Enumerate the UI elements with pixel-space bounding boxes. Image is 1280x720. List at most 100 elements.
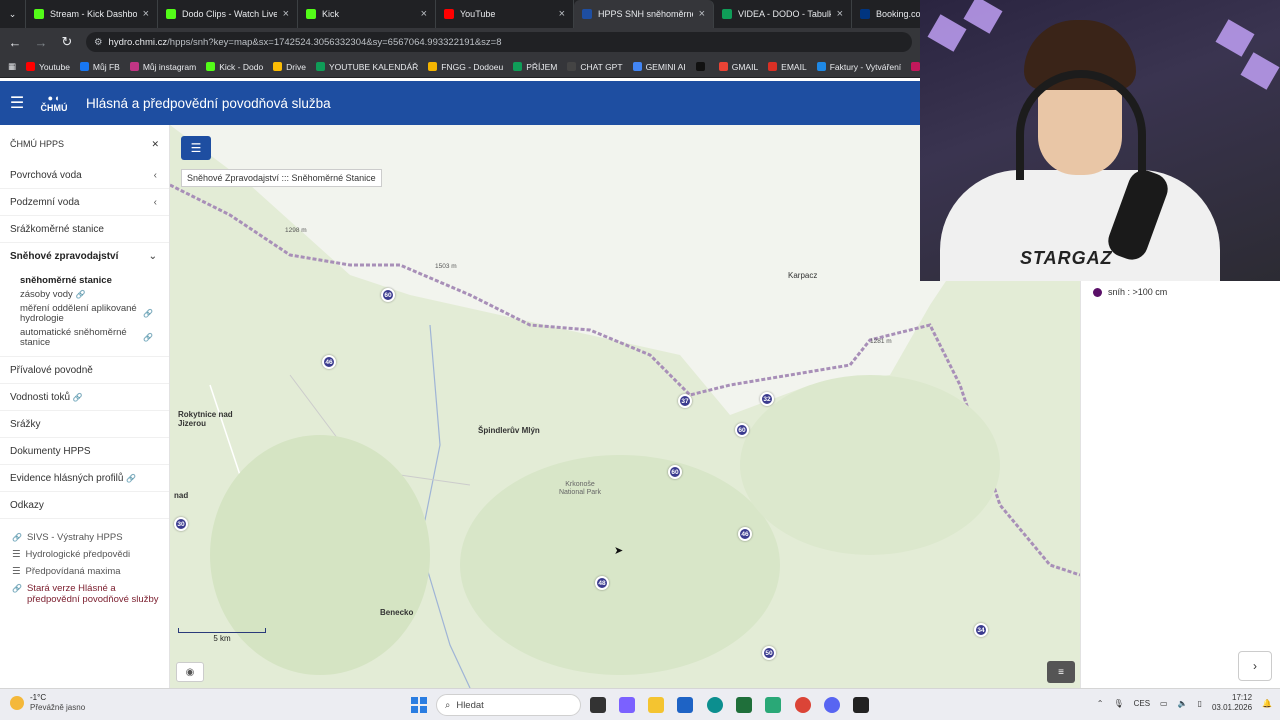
- bookmark-item[interactable]: Můj FB: [79, 62, 120, 72]
- station-marker[interactable]: 60: [668, 465, 682, 479]
- station-marker[interactable]: 34: [974, 623, 988, 637]
- address-bar[interactable]: ⚙ hydro.chmi.cz/hpps/snh?key=map&sx=1742…: [86, 32, 912, 52]
- task-view-icon[interactable]: [590, 697, 606, 713]
- tab-close-icon[interactable]: ×: [143, 8, 149, 20]
- sidebar-item-povrchova-voda[interactable]: Povrchová voda ‹: [0, 162, 169, 189]
- basemap-button[interactable]: ≡: [1047, 661, 1075, 683]
- browser-tab[interactable]: Kick ×: [298, 0, 436, 28]
- browser-tab[interactable]: Stream - Kick Dashboard ×: [26, 0, 158, 28]
- globe-button[interactable]: ◉: [176, 662, 204, 682]
- bookmark-item[interactable]: Faktury - Vytváření: [816, 62, 901, 72]
- browser-tab[interactable]: HPPS SNH sněhoměrné st ×: [574, 0, 714, 28]
- edge-icon[interactable]: [707, 697, 723, 713]
- windows-start-icon[interactable]: [411, 697, 427, 713]
- sidebar-subitem-mereni-oddeleni[interactable]: měření oddělení aplikované hydrologie 🔗: [0, 302, 169, 326]
- sidebar-link-hydrologicke[interactable]: ☰ Hydrologické předpovědi: [0, 546, 169, 563]
- tab-favicon-icon: [306, 9, 316, 19]
- sidebar-item-privalove-povodne[interactable]: Přívalové povodně: [0, 357, 169, 384]
- bookmark-item[interactable]: YOUTUBE KALENDÁŘ: [316, 62, 418, 72]
- tab-close-icon[interactable]: ×: [559, 8, 565, 20]
- apps-grid-icon[interactable]: ▦: [8, 61, 16, 72]
- bookmark-item[interactable]: [695, 62, 709, 71]
- station-marker[interactable]: 37: [678, 394, 692, 408]
- sidebar-link-sivs[interactable]: 🔗 SIVS - Výstrahy HPPS: [0, 529, 169, 546]
- bookmark-item[interactable]: EMAIL: [768, 62, 807, 72]
- notepad-icon[interactable]: [765, 697, 781, 713]
- tab-title: Booking.com: [876, 9, 923, 19]
- bookmark-item[interactable]: GEMINI AI: [632, 62, 686, 72]
- sidebar-item-dokumenty[interactable]: Dokumenty HPPS: [0, 438, 169, 465]
- notification-icon[interactable]: 🔔: [1262, 699, 1272, 708]
- sidebar-item-odkazy[interactable]: Odkazy: [0, 492, 169, 519]
- tab-close-icon[interactable]: ×: [421, 8, 427, 20]
- scale-bar-line: [178, 628, 266, 633]
- bookmark-favicon-icon: [768, 62, 778, 71]
- sidebar-item-srazkomerne-stanice[interactable]: Srážkoměrné stanice: [0, 216, 169, 243]
- station-marker[interactable]: 60: [735, 423, 749, 437]
- outlook-icon[interactable]: [677, 697, 693, 713]
- tab-title: Stream - Kick Dashboard: [50, 9, 137, 19]
- bookmark-item[interactable]: Drive: [273, 62, 306, 72]
- language-indicator[interactable]: CES: [1134, 699, 1150, 708]
- station-marker[interactable]: 32: [760, 392, 774, 406]
- battery-icon[interactable]: ▯: [1198, 699, 1202, 708]
- file-explorer-icon[interactable]: [648, 697, 664, 713]
- bookmark-item[interactable]: PŘÍJEM: [513, 62, 557, 72]
- chmu-logo[interactable]: ●◖ ČHMÚ: [36, 93, 72, 113]
- weather-widget[interactable]: -1°C Převážně jasno: [10, 693, 85, 713]
- chrome-icon[interactable]: [795, 697, 811, 713]
- bookmark-item[interactable]: Můj instagram: [129, 62, 196, 72]
- bookmark-item[interactable]: Youtube: [26, 62, 70, 72]
- station-marker[interactable]: 48: [595, 576, 609, 590]
- station-marker[interactable]: 50: [762, 646, 776, 660]
- bookmark-item[interactable]: GMAIL: [718, 62, 758, 72]
- mouse-cursor-icon: ➤: [614, 545, 624, 557]
- copilot-icon[interactable]: [619, 697, 635, 713]
- sidebar-item-vodnosti-toku[interactable]: Vodnosti toků 🔗: [0, 384, 169, 411]
- hamburger-menu-icon[interactable]: ☰: [0, 93, 34, 113]
- link-icon: 🔗: [143, 309, 153, 318]
- station-marker[interactable]: 46: [322, 355, 336, 369]
- reload-button[interactable]: ↻: [60, 34, 74, 50]
- epic-games-icon[interactable]: [853, 697, 869, 713]
- tab-search-button[interactable]: ⌄: [0, 0, 26, 28]
- tab-close-icon[interactable]: ×: [699, 8, 705, 20]
- tab-close-icon[interactable]: ×: [837, 8, 843, 20]
- close-sidebar-icon[interactable]: ✕: [151, 139, 159, 150]
- browser-tab[interactable]: YouTube ×: [436, 0, 574, 28]
- sidebar-item-snehove-zpravodajstvi[interactable]: Sněhové zpravodajství ⌄: [0, 243, 169, 270]
- tab-close-icon[interactable]: ×: [283, 8, 289, 20]
- bookmark-favicon-icon: [129, 62, 139, 71]
- station-marker[interactable]: 30: [174, 517, 188, 531]
- forward-button[interactable]: →: [34, 35, 48, 50]
- bookmark-item[interactable]: FNGG - Dodoeu: [428, 62, 503, 72]
- station-marker[interactable]: 46: [738, 527, 752, 541]
- taskbar-clock[interactable]: 17:12 03.01.2026: [1212, 693, 1252, 713]
- taskbar-search[interactable]: ⌕ Hledat: [436, 694, 581, 716]
- bookmark-label: FNGG - Dodoeu: [441, 61, 504, 72]
- panel-next-button[interactable]: ›: [1238, 651, 1272, 681]
- back-button[interactable]: ←: [8, 35, 22, 50]
- bookmark-item[interactable]: CHAT GPT: [567, 62, 623, 72]
- station-marker[interactable]: 60: [381, 288, 395, 302]
- sidebar-item-evidence[interactable]: Evidence hlásných profilů 🔗: [0, 465, 169, 492]
- sidebar-item-srazky[interactable]: Srážky: [0, 411, 169, 438]
- excel-icon[interactable]: [736, 697, 752, 713]
- sidebar-link-stara-verze[interactable]: 🔗 Stará verze Hlásné a předpovědní povodň…: [0, 580, 169, 608]
- volume-icon[interactable]: 🔈: [1178, 699, 1188, 708]
- browser-tab[interactable]: Dodo Clips - Watch Live o ×: [158, 0, 298, 28]
- network-icon[interactable]: ▭: [1160, 699, 1168, 708]
- layer-list-button[interactable]: ☰: [181, 136, 211, 160]
- sidebar-subitem-zasoby-vody[interactable]: zásoby vody 🔗: [0, 288, 169, 302]
- microphone-icon[interactable]: 🎙: [1113, 699, 1123, 708]
- site-info-icon[interactable]: ⚙: [94, 37, 103, 48]
- list-icon: ☰: [12, 549, 21, 560]
- chevron-up-icon[interactable]: ⌃: [1097, 699, 1104, 708]
- sidebar-link-predpovidana[interactable]: ☰ Předpovídaná maxima: [0, 563, 169, 580]
- sidebar-subitem-snehomerne-stanice[interactable]: sněhoměrné stanice: [0, 270, 169, 288]
- bookmark-item[interactable]: Kick - Dodo: [206, 62, 263, 72]
- sidebar-item-podzemni-voda[interactable]: Podzemní voda ‹: [0, 189, 169, 216]
- discord-icon[interactable]: [824, 697, 840, 713]
- browser-tab[interactable]: VIDEA - DODO - Tabulky ×: [714, 0, 852, 28]
- sidebar-subitem-automaticke-stanice[interactable]: automatické sněhoměrné stanice 🔗: [0, 326, 169, 357]
